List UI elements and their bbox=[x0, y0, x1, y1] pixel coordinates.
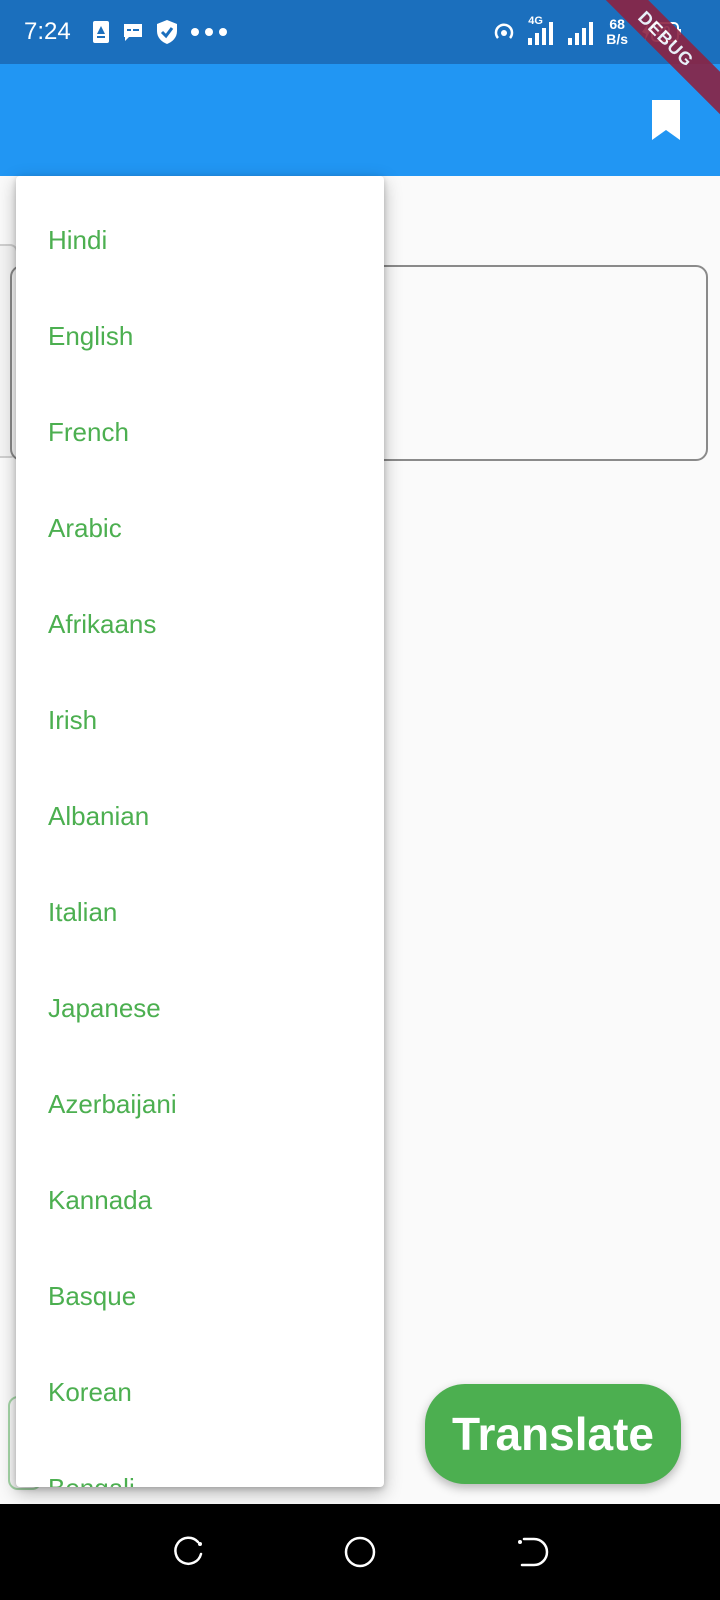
language-option[interactable]: Arabic bbox=[16, 480, 384, 576]
language-option[interactable]: French bbox=[16, 384, 384, 480]
message-icon bbox=[124, 24, 142, 41]
status-left-icons bbox=[92, 18, 228, 46]
language-list: Hindi English French Arabic Afrikaans Irish Al… bbox=[16, 176, 384, 1488]
language-option[interactable]: Azerbaijani bbox=[16, 1056, 384, 1152]
translate-button[interactable]: Translate bbox=[425, 1384, 681, 1484]
language-option[interactable]: Albanian bbox=[16, 768, 384, 864]
recents-icon[interactable] bbox=[170, 1534, 206, 1570]
signal-4g-icon: 4G bbox=[526, 15, 556, 46]
shield-check-icon bbox=[157, 20, 177, 44]
home-icon[interactable] bbox=[342, 1534, 378, 1570]
language-option[interactable]: Hindi bbox=[16, 192, 384, 288]
language-dropdown-menu: Hindi English French Arabic Afrikaans Irish Al… bbox=[16, 176, 384, 1487]
signal-icon bbox=[568, 22, 594, 45]
language-option[interactable]: Korean bbox=[16, 1344, 384, 1440]
language-option[interactable]: English bbox=[16, 288, 384, 384]
back-icon[interactable] bbox=[514, 1534, 550, 1570]
bookmark-icon[interactable] bbox=[648, 98, 684, 142]
network-speed: 68 B/s bbox=[606, 17, 628, 47]
system-nav-bar bbox=[0, 1504, 720, 1600]
language-option[interactable]: Kannada bbox=[16, 1152, 384, 1248]
speed-unit: B/s bbox=[606, 31, 628, 47]
app-bar bbox=[0, 64, 720, 176]
hotspot-icon bbox=[495, 23, 514, 39]
language-option[interactable]: Japanese bbox=[16, 960, 384, 1056]
more-dots-icon bbox=[191, 28, 227, 36]
language-option[interactable]: Afrikaans bbox=[16, 576, 384, 672]
status-time: 7:24 bbox=[24, 18, 71, 45]
language-option[interactable]: Italian bbox=[16, 864, 384, 960]
language-option[interactable]: Bengali bbox=[16, 1440, 384, 1488]
language-option[interactable]: Irish bbox=[16, 672, 384, 768]
drive-upload-icon bbox=[93, 21, 109, 43]
status-bar: 7:24 4G 68 B/s bbox=[0, 0, 720, 64]
language-option[interactable]: Basque bbox=[16, 1248, 384, 1344]
